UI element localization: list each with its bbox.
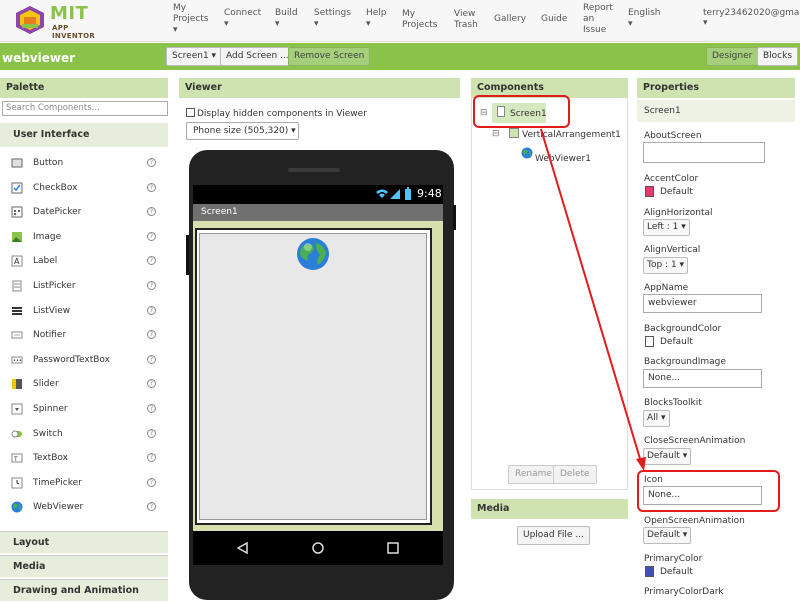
annotation-arrow — [540, 128, 646, 471]
